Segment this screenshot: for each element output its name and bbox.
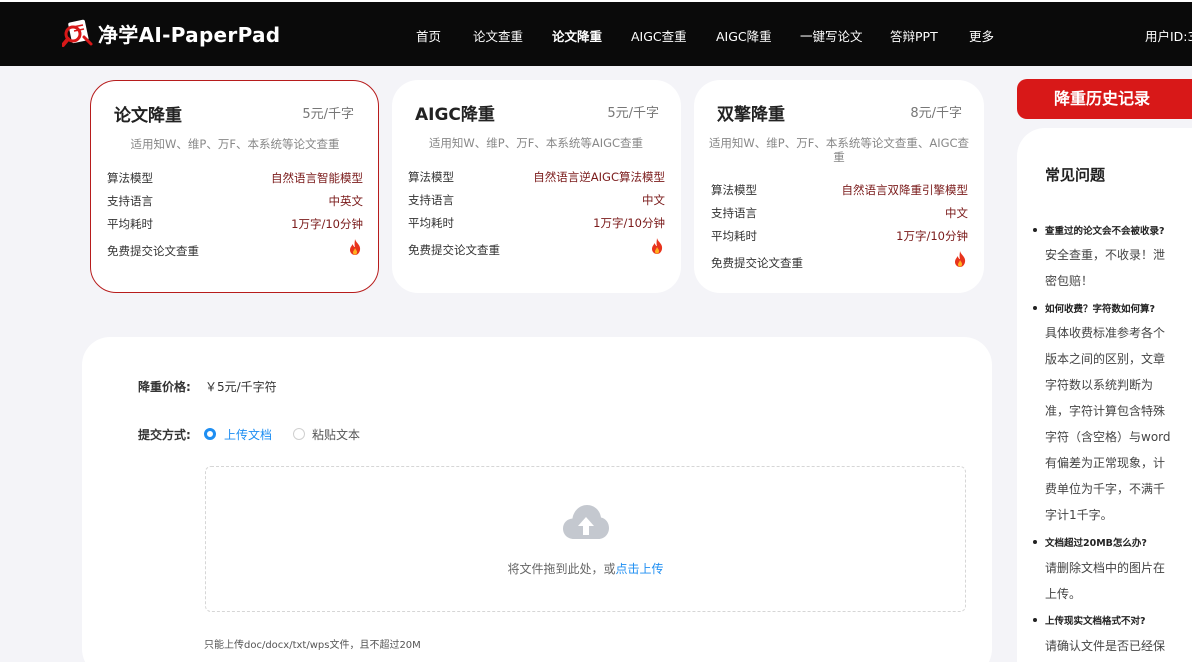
row-label: 算法模型 — [107, 171, 153, 185]
nav-aigc-rewrite[interactable]: AIGC降重 — [716, 26, 772, 45]
row-label: 平均耗时 — [107, 217, 153, 231]
plan-description: 适用知W、维P、万F、本系统等论文查重 — [130, 137, 340, 151]
faq-question[interactable]: 上传现实文档格式不对? — [1045, 613, 1146, 627]
faq-question[interactable]: 如何收费？字符数如何算? — [1045, 301, 1155, 315]
row-value: 自然语言双降重引擎模型 — [841, 183, 969, 197]
row-label: 算法模型 — [711, 183, 757, 197]
row-value: 中英文 — [328, 194, 364, 208]
plan-card-aigc-rewrite[interactable]: AIGC降重 5元/千字 适用知W、维P、万F、本系统等AIGC查重 算法模型 … — [392, 80, 681, 293]
bullet-icon — [1033, 540, 1037, 544]
radio-paste-text[interactable] — [293, 428, 305, 440]
plan-description: 适用知W、维P、万F、本系统等AIGC查重 — [428, 136, 644, 150]
dropzone-instruction: 将文件拖到此处，或 — [507, 562, 616, 576]
user-id-label[interactable]: 用户ID:33 — [1145, 26, 1192, 45]
row-label: 平均耗时 — [711, 229, 757, 243]
nav-home[interactable]: 首页 — [416, 26, 441, 45]
price-label: 降重价格: — [138, 380, 191, 394]
row-label: 免费提交论文查重 — [408, 243, 500, 257]
row-label: 免费提交论文查重 — [107, 244, 199, 258]
row-label: 算法模型 — [408, 170, 454, 184]
faq-answer-line: 请确认文件是否已经保 — [1045, 639, 1166, 653]
nav-more[interactable]: 更多 — [969, 26, 994, 45]
row-label: 支持语言 — [107, 194, 153, 208]
upload-hint: 只能上传doc/docx/txt/wps文件，且不超过20M — [204, 640, 421, 651]
plan-title: 双擎降重 — [717, 105, 785, 125]
radio-paste-text-label[interactable]: 粘贴文本 — [312, 426, 360, 443]
faq-answer-line: 安全查重，不收录！泄 — [1045, 248, 1166, 262]
plan-price: 5元/千字 — [302, 107, 354, 122]
fire-icon — [955, 251, 966, 267]
row-value: 1万字/10分钟 — [291, 217, 363, 231]
row-value: 自然语言智能模型 — [271, 171, 363, 185]
nav-write-paper[interactable]: 一键写论文 — [800, 26, 863, 45]
row-label: 支持语言 — [408, 193, 454, 207]
row-value: 1万字/10分钟 — [593, 216, 665, 230]
row-value: 自然语言逆AIGC算法模型 — [533, 170, 665, 184]
row-label: 平均耗时 — [408, 216, 454, 230]
plan-title: AIGC降重 — [415, 105, 495, 125]
faq-answer: 请删除文档中的图片在 上传。 — [1045, 555, 1175, 607]
plan-price: 5元/千字 — [607, 106, 659, 121]
nav-paper-rewrite[interactable]: 论文降重 — [552, 26, 602, 45]
row-value: 中文 — [642, 193, 665, 207]
faq-answer-line: 准，字符计算包含特殊 — [1045, 404, 1166, 418]
plan-card-paper-rewrite[interactable]: 论文降重 5元/千字 适用知W、维P、万F、本系统等论文查重 算法模型 自然语言… — [90, 80, 379, 293]
nav-aigc-check[interactable]: AIGC查重 — [631, 26, 687, 45]
magnifier-logo-icon — [61, 18, 94, 48]
file-dropzone[interactable]: 将文件拖到此处，或点击上传 — [205, 466, 966, 612]
plan-title: 论文降重 — [114, 106, 182, 126]
plan-description: 适用知W、维P、万F、本系统等论文查重、AIGC查重 — [708, 136, 970, 164]
dropzone-text: 将文件拖到此处，或点击上传 — [206, 560, 965, 577]
faq-answer-line: 上传。 — [1045, 587, 1082, 601]
plan-price: 8元/千字 — [910, 106, 962, 121]
faq-answer-line: 版本之间的区别，文章 — [1045, 352, 1166, 366]
plan-card-dual-engine[interactable]: 双擎降重 8元/千字 适用知W、维P、万F、本系统等论文查重、AIGC查重 算法… — [694, 80, 984, 293]
brand-name: 净学AI-PaperPad — [98, 22, 281, 47]
row-value: 中文 — [945, 206, 968, 220]
faq-answer-line: 字计1千字。 — [1045, 508, 1113, 522]
faq-answer-line: 密包赔！ — [1045, 274, 1094, 288]
faq-answer-line: 具体收费标准参考各个 — [1045, 326, 1166, 340]
bullet-icon — [1033, 618, 1037, 622]
top-navbar: 净学AI-PaperPad 首页 论文查重 论文降重 AIGC查重 AIGC降重… — [0, 0, 1192, 66]
price-value: ￥5元/千字符 — [205, 380, 277, 394]
fire-icon — [350, 239, 361, 255]
row-value: 1万字/10分钟 — [896, 229, 968, 243]
brand-logo[interactable]: 净学AI-PaperPad — [61, 18, 281, 48]
method-label: 提交方式: — [138, 428, 191, 442]
nav-paper-check[interactable]: 论文查重 — [473, 26, 523, 45]
history-button[interactable]: 降重历史记录 — [1017, 79, 1192, 119]
fire-icon — [652, 238, 663, 254]
nav-defense-ppt[interactable]: 答辩PPT — [890, 26, 938, 45]
faq-answer-line: 字符数以系统判断为 — [1045, 378, 1154, 392]
faq-answer-line: 有偏差为正常现象，计 — [1045, 456, 1166, 470]
row-label: 支持语言 — [711, 206, 757, 220]
faq-answer-line: 费单位为千字，不满千 — [1045, 482, 1166, 496]
faq-answer: 请确认文件是否已经保 — [1045, 633, 1175, 659]
bullet-icon — [1033, 306, 1037, 310]
click-upload-link[interactable]: 点击上传 — [616, 562, 664, 576]
faq-question[interactable]: 查重过的论文会不会被收录? — [1045, 223, 1165, 237]
radio-upload-doc[interactable] — [204, 428, 216, 440]
faq-answer: 具体收费标准参考各个 版本之间的区别，文章 字符数以系统判断为 准，字符计算包含… — [1045, 320, 1175, 528]
row-label: 免费提交论文查重 — [711, 256, 803, 270]
faq-answer: 安全查重，不收录！泄 密包赔！ — [1045, 242, 1175, 294]
cloud-upload-icon — [563, 505, 609, 539]
bullet-icon — [1033, 228, 1037, 232]
faq-question[interactable]: 文档超过20MB怎么办? — [1045, 535, 1147, 549]
faq-answer-line: 字符（含空格）与word — [1045, 430, 1171, 444]
faq-answer-line: 请删除文档中的图片在 — [1045, 561, 1166, 575]
radio-upload-doc-label[interactable]: 上传文档 — [224, 426, 272, 443]
faq-title: 常见问题 — [1045, 166, 1106, 184]
faq-panel: 常见问题 查重过的论文会不会被收录? 安全查重，不收录！泄 密包赔！ 如何收费？… — [1017, 128, 1192, 662]
